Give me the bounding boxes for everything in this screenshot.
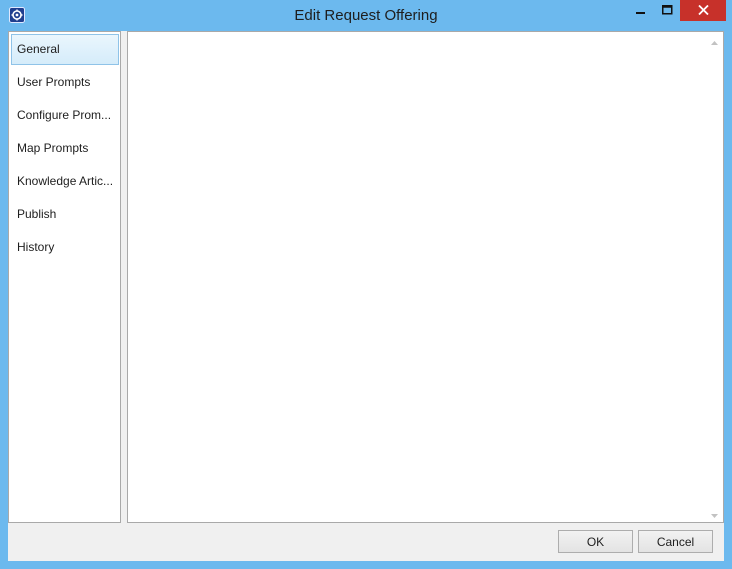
nav-item-map-prompts[interactable]: Map Prompts xyxy=(11,133,119,164)
window-title: Edit Request Offering xyxy=(294,7,438,24)
close-button[interactable] xyxy=(680,0,726,21)
minimize-icon xyxy=(635,2,646,20)
scroll-up-arrow-icon xyxy=(711,32,718,50)
dialog-body: General User Prompts Configure Prom... M… xyxy=(8,31,724,561)
scroll-down-button[interactable] xyxy=(706,505,723,522)
minimize-button[interactable] xyxy=(627,0,654,21)
content-panel xyxy=(127,31,724,523)
title-bar[interactable]: Edit Request Offering xyxy=(0,0,732,30)
scroll-down-arrow-icon xyxy=(711,505,718,523)
nav-item-user-prompts[interactable]: User Prompts xyxy=(11,67,119,98)
nav-item-configure-prompts[interactable]: Configure Prom... xyxy=(11,100,119,131)
dialog-window: Edit Request Offering General User Promp… xyxy=(0,0,732,569)
nav-item-publish[interactable]: Publish xyxy=(11,199,119,230)
maximize-icon xyxy=(661,2,673,20)
scroll-up-button[interactable] xyxy=(706,32,723,49)
nav-item-history[interactable]: History xyxy=(11,232,119,263)
navigation-list: General User Prompts Configure Prom... M… xyxy=(8,31,121,523)
vertical-scrollbar[interactable] xyxy=(706,32,723,522)
ok-button[interactable]: OK xyxy=(558,530,633,553)
nav-item-general[interactable]: General xyxy=(11,34,119,65)
dialog-footer: OK Cancel xyxy=(8,523,724,561)
maximize-button[interactable] xyxy=(654,0,680,21)
nav-item-knowledge-articles[interactable]: Knowledge Artic... xyxy=(11,166,119,197)
cancel-button[interactable]: Cancel xyxy=(638,530,713,553)
close-icon xyxy=(697,2,709,20)
